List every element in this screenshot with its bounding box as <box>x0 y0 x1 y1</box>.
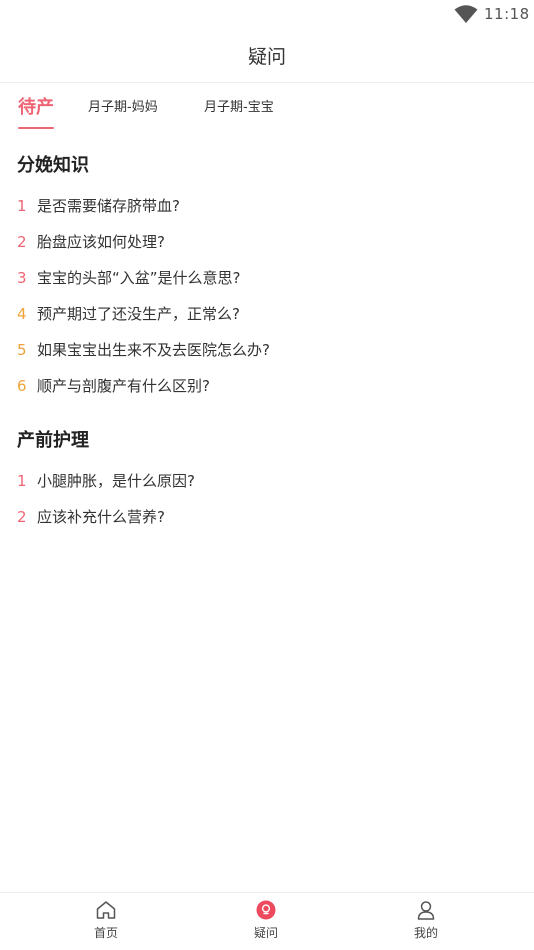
question-item[interactable]: 3 宝宝的头部“入盆”是什么意思? <box>17 260 517 296</box>
section-title: 产前护理 <box>17 430 89 451</box>
section-prenatal-care: 产前护理 1 小腿肿胀，是什么原因? 2 应该补充什么营养? <box>17 427 517 535</box>
home-icon <box>96 901 116 919</box>
question-number: 2 <box>17 233 27 251</box>
question-icon <box>256 900 276 920</box>
section-childbirth: 分娩知识 1 是否需要储存脐带血? 2 胎盘应该如何处理? 3 宝宝的头部“入盆”是什… <box>17 152 517 404</box>
question-text: 如果宝宝出生来不及去医院怎么办? <box>37 341 270 359</box>
section-title: 分娩知识 <box>17 155 89 176</box>
nav-mine-label: 我的 <box>413 926 438 940</box>
nav-home-label: 首页 <box>93 926 118 940</box>
question-list: 1 小腿肿胀，是什么原因? 2 应该补充什么营养? <box>17 463 517 535</box>
question-item[interactable]: 1 小腿肿胀，是什么原因? <box>17 463 517 499</box>
question-number: 6 <box>17 377 27 395</box>
tab-yuezi-mama[interactable]: 月子期-妈妈 <box>88 96 158 115</box>
question-item[interactable]: 1 是否需要储存脐带血? <box>17 188 517 224</box>
question-text: 是否需要储存脐带血? <box>37 197 180 215</box>
wifi-icon <box>454 5 478 23</box>
question-text: 小腿肿胀，是什么原因? <box>37 472 195 490</box>
nav-question-label: 疑问 <box>253 926 278 940</box>
tab-daichan[interactable]: 待产 <box>18 93 54 119</box>
question-number: 1 <box>17 472 27 490</box>
tab-bar: 待产 月子期-妈妈 月子期-宝宝 <box>0 82 534 130</box>
bottom-nav: 首页 疑问 我的 <box>0 892 534 950</box>
question-text: 胎盘应该如何处理? <box>37 233 165 251</box>
question-item[interactable]: 2 胎盘应该如何处理? <box>17 224 517 260</box>
question-item[interactable]: 2 应该补充什么营养? <box>17 499 517 535</box>
question-number: 3 <box>17 269 27 287</box>
app-header: 疑问 <box>0 28 534 83</box>
question-text: 宝宝的头部“入盆”是什么意思? <box>37 269 241 287</box>
question-text: 预产期过了还没生产，正常么? <box>37 305 240 323</box>
question-number: 4 <box>17 305 27 323</box>
status-bar: 11:18 <box>0 0 534 28</box>
nav-question[interactable]: 疑问 <box>236 899 296 941</box>
question-list: 1 是否需要储存脐带血? 2 胎盘应该如何处理? 3 宝宝的头部“入盆”是什么意思? … <box>17 188 517 404</box>
question-text: 应该补充什么营养? <box>37 508 165 526</box>
tab-yuezi-baobao[interactable]: 月子期-宝宝 <box>204 96 274 115</box>
status-time: 11:18 <box>484 5 530 23</box>
question-item[interactable]: 6 顺产与剖腹产有什么区别? <box>17 368 517 404</box>
question-number: 2 <box>17 508 27 526</box>
tab-active-indicator <box>18 127 54 129</box>
question-number: 1 <box>17 197 27 215</box>
question-item[interactable]: 5 如果宝宝出生来不及去医院怎么办? <box>17 332 517 368</box>
page-title: 疑问 <box>247 46 286 68</box>
user-icon <box>417 901 435 920</box>
nav-mine[interactable]: 我的 <box>396 899 456 941</box>
question-number: 5 <box>17 341 27 359</box>
nav-home[interactable]: 首页 <box>76 899 136 941</box>
question-item[interactable]: 4 预产期过了还没生产，正常么? <box>17 296 517 332</box>
question-text: 顺产与剖腹产有什么区别? <box>37 377 210 395</box>
